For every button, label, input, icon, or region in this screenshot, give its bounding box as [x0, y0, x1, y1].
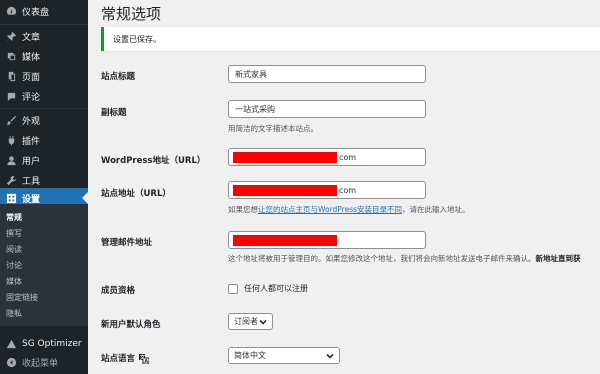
- admin-email-description: 这个地址将被用于管理目的。如果您修改这个地址，我们将会向新地址发送电子邮件来确认…: [228, 254, 581, 263]
- brush-icon: [5, 114, 17, 126]
- sidebar-item-dashboard[interactable]: 仪表盘: [0, 1, 88, 21]
- site-title-input[interactable]: 新式家具: [228, 65, 426, 83]
- redaction-block: [233, 185, 337, 196]
- chevron-down-icon: [326, 352, 334, 360]
- sidebar-item-label: 页面: [22, 72, 41, 83]
- default-role-select[interactable]: 订阅者: [228, 313, 273, 330]
- tagline-label: 副标题: [101, 108, 127, 118]
- sidebar-item-comments[interactable]: 评论: [0, 86, 88, 106]
- sidebar-divider: [0, 24, 88, 25]
- sidebar-item-label: 仪表盘: [22, 7, 50, 18]
- default-role-label: 新用户默认角色: [101, 320, 161, 330]
- sidebar-item-label: SG Optimizer: [22, 339, 82, 349]
- sidebar-item-label: 评论: [22, 92, 41, 103]
- collapse-menu-button[interactable]: 收起菜单: [0, 352, 88, 372]
- site-url-label: 站点地址（URL）: [101, 189, 171, 199]
- submenu-item-media[interactable]: 媒体: [6, 276, 22, 288]
- sidebar-item-pages[interactable]: 页面: [0, 66, 88, 86]
- collapse-icon: [5, 356, 17, 368]
- site-language-select[interactable]: 简体中文: [228, 347, 340, 364]
- site-language-value: 简体中文: [234, 351, 266, 360]
- sidebar-item-sg-optimizer[interactable]: SG Optimizer: [0, 334, 88, 354]
- sidebar-item-label: 媒体: [22, 52, 41, 63]
- submenu-item-writing[interactable]: 撰写: [6, 228, 22, 240]
- sidebar-item-label: 用户: [22, 156, 41, 167]
- media-icon: [5, 50, 17, 62]
- anyone-can-register-label: 任何人都可以注册: [244, 284, 308, 293]
- user-icon: [5, 154, 17, 166]
- pin-icon: [5, 30, 17, 42]
- sg-optimizer-icon: [5, 338, 17, 350]
- submenu-item-permalinks[interactable]: 固定链接: [6, 292, 38, 304]
- sidebar-item-plugins[interactable]: 插件: [0, 130, 88, 150]
- default-role-value: 订阅者: [234, 317, 258, 326]
- site-language-label: 站点语言文 A: [101, 353, 150, 364]
- svg-text:A: A: [144, 359, 148, 364]
- comment-icon: [5, 90, 17, 102]
- membership-option[interactable]: 任何人都可以注册: [228, 283, 308, 294]
- success-notice: 设置已保存。: [101, 27, 600, 51]
- sidebar-item-label: 插件: [22, 136, 41, 147]
- site-title-label: 站点标题: [101, 72, 136, 82]
- anyone-can-register-checkbox[interactable]: [228, 283, 238, 294]
- tagline-value: 一站式采购: [235, 105, 275, 114]
- tagline-input[interactable]: 一站式采购: [228, 100, 426, 118]
- admin-email-label: 管理邮件地址: [101, 238, 153, 248]
- redaction-block: [233, 152, 337, 163]
- wordpress-url-suffix: com: [339, 153, 357, 162]
- tagline-description: 用简洁的文字描述本站点。: [228, 124, 318, 133]
- redaction-block: [233, 235, 337, 246]
- translation-icon: 文A: [139, 353, 150, 364]
- sidebar-item-media[interactable]: 媒体: [0, 46, 88, 66]
- sidebar-item-label: 设置: [22, 194, 41, 205]
- submenu-item-reading[interactable]: 阅读: [6, 244, 22, 256]
- site-url-suffix: com: [339, 186, 357, 195]
- submenu-item-general[interactable]: 常规: [6, 212, 22, 224]
- dashboard-icon: [5, 5, 17, 17]
- membership-label: 成员资格: [101, 286, 136, 296]
- sidebar-item-posts[interactable]: 文章: [0, 26, 88, 46]
- site-url-description: 如果您想让您的站点主页与WordPress安装目录不同，请在此输入地址。: [228, 205, 470, 214]
- sidebar-divider: [0, 108, 88, 109]
- submenu-item-privacy[interactable]: 隐私: [6, 308, 22, 320]
- sidebar-item-label: 文章: [22, 32, 41, 43]
- admin-email-input[interactable]: [228, 231, 426, 249]
- settings-icon: [5, 192, 17, 204]
- chevron-down-icon: [259, 318, 267, 326]
- wrench-icon: [5, 174, 17, 186]
- plugin-icon: [5, 134, 17, 146]
- collapse-menu-label: 收起菜单: [22, 358, 59, 369]
- settings-submenu: 常规 撰写 阅读 讨论 媒体 固定链接 隐私: [0, 204, 88, 326]
- page-title: 常规选项: [101, 5, 162, 23]
- admin-sidebar: 仪表盘 文章 媒体 页面 评论 外观 插件 用户 工具 设置 常规 撰写 阅读 …: [0, 0, 88, 374]
- submenu-item-discussion[interactable]: 讨论: [6, 260, 22, 272]
- site-title-value: 新式家具: [235, 70, 267, 79]
- wordpress-url-input[interactable]: com: [228, 148, 426, 166]
- pages-icon: [5, 70, 17, 82]
- notice-text: 设置已保存。: [113, 35, 161, 44]
- sidebar-item-appearance[interactable]: 外观: [0, 110, 88, 130]
- sidebar-item-users[interactable]: 用户: [0, 150, 88, 170]
- sidebar-item-tools[interactable]: 工具: [0, 170, 88, 190]
- wordpress-url-label: WordPress地址（URL）: [101, 156, 206, 166]
- site-url-help-link[interactable]: 让您的站点主页与WordPress安装目录不同: [258, 205, 402, 214]
- sidebar-item-label: 外观: [22, 116, 41, 127]
- sidebar-item-label: 工具: [22, 176, 41, 187]
- site-url-input[interactable]: com: [228, 181, 426, 199]
